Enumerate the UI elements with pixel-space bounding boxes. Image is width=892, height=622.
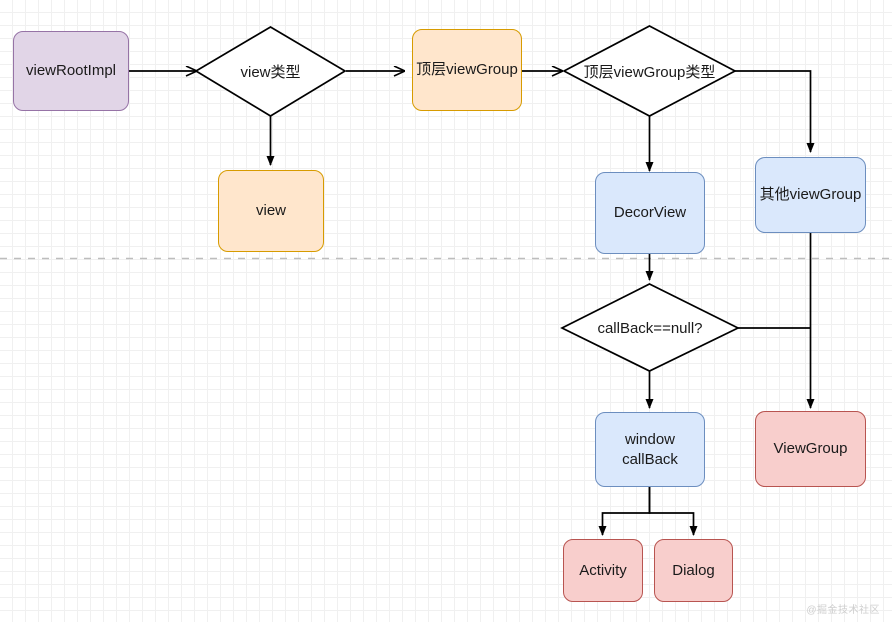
edge-topviewgrouptype-otherviewgroup: [735, 70, 815, 153]
node-decor-view[interactable]: DecorView: [595, 172, 705, 254]
node-top-view-group[interactable]: 顶层viewGroup: [412, 29, 522, 111]
decision-callback-null-label: callBack==null?: [597, 319, 703, 337]
node-other-view-group[interactable]: 其他viewGroup: [755, 157, 866, 233]
decision-view-type-label: view类型: [240, 63, 301, 81]
watermark-text: @掘金技术社区: [806, 605, 880, 616]
edge-windowcallback-dialog: [648, 486, 698, 536]
node-view-root-impl[interactable]: viewRootImpl: [13, 31, 129, 111]
flowchart-canvas: view类型 顶层viewGroup类型 callBack==null? vie…: [0, 0, 892, 622]
edge-windowcallback-activity: [598, 486, 651, 536]
node-view[interactable]: view: [218, 170, 324, 252]
node-activity[interactable]: Activity: [563, 539, 643, 602]
node-dialog[interactable]: Dialog: [654, 539, 733, 602]
node-view-group-result[interactable]: ViewGroup: [755, 411, 866, 487]
node-window-callback[interactable]: window callBack: [595, 412, 705, 487]
decision-top-view-group-type-label: 顶层viewGroup类型: [583, 63, 716, 81]
